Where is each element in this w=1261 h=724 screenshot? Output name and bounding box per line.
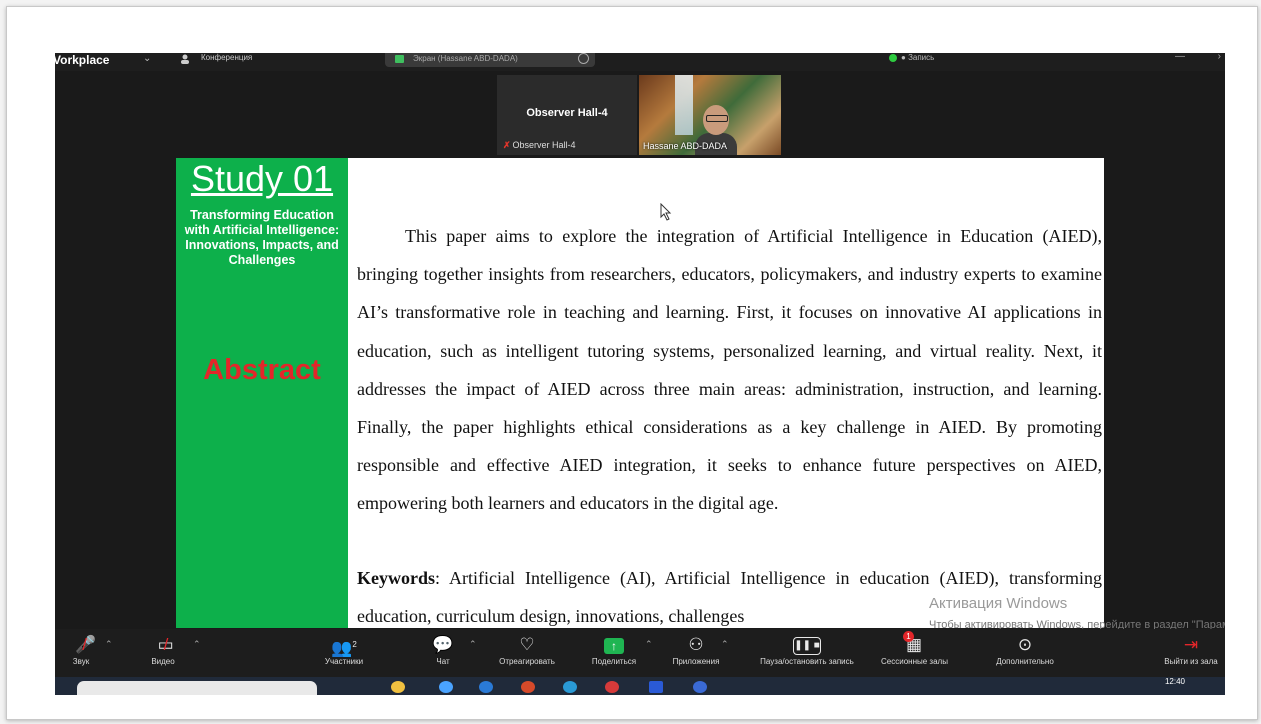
windows-activation-title: Активация Windows	[929, 595, 1068, 612]
apps-caret-icon[interactable]: ⌃	[721, 639, 729, 650]
windows-taskbar: 12:40	[55, 677, 1225, 695]
more-icon: ⊙	[1017, 635, 1033, 654]
mic-muted-icon: ✗	[503, 140, 511, 150]
study-title-text: Study 01	[190, 158, 334, 199]
breakout-badge: 1	[903, 631, 914, 642]
breakout-rooms-icon: ▦	[905, 635, 923, 654]
breakout-label: Сессионные залы	[881, 657, 948, 666]
zoom-window: Vorkplace ⌄ Конференция Экран (Hassane A…	[55, 53, 1225, 695]
apps-button[interactable]: ⚇ Приложения	[661, 629, 731, 677]
screenshot-frame: Vorkplace ⌄ Конференция Экран (Hassane A…	[6, 6, 1258, 720]
mouse-cursor-icon	[660, 203, 672, 221]
pause-record-button[interactable]: ❚❚ ■ Пауза/остановить запись	[741, 629, 873, 677]
app-title: Vorkplace	[55, 53, 110, 67]
abstract-body: This paper aims to explore the integrati…	[357, 217, 1102, 523]
tile-display-name: Observer Hall-4	[526, 107, 608, 119]
shared-slide: Study 01 Transforming Education with Art…	[176, 158, 1104, 628]
share-caret-icon[interactable]: ⌃	[645, 639, 653, 650]
word-icon[interactable]	[649, 681, 663, 693]
apps-label: Приложения	[672, 657, 720, 666]
keywords-label: Keywords	[357, 568, 435, 588]
meeting-toolbar: 🎤/ Звук ⌃ ▭/ Видео ⌃ 👥2 Участники 💬 Чат …	[55, 629, 1225, 677]
zoom-icon[interactable]	[693, 681, 707, 693]
more-button[interactable]: ⊙ Дополнительно	[983, 629, 1067, 677]
participants-icon: 👥2	[331, 638, 357, 658]
chat-button[interactable]: 💬 Чат	[423, 629, 463, 677]
tile-footer-name: Hassane ABD-DADA	[643, 141, 728, 151]
tile-footer-name: Observer Hall-4	[512, 140, 576, 150]
app-icon-2[interactable]	[605, 681, 619, 693]
react-button[interactable]: ♡ Отреагировать	[487, 629, 567, 677]
video-caret-icon[interactable]: ⌃	[193, 639, 201, 650]
participants-button[interactable]: 👥2 Участники	[313, 629, 375, 677]
security-shield-icon	[889, 53, 897, 62]
conference-label: Конференция	[201, 53, 253, 62]
more-label: Дополнительно	[996, 657, 1054, 666]
edge-icon[interactable]	[479, 681, 493, 693]
video-button[interactable]: ▭/ Видео	[141, 629, 185, 677]
camera-off-icon: ▭/	[157, 635, 174, 654]
mic-muted-icon: 🎤/	[75, 635, 97, 654]
pause-record-label: Пауза/остановить запись	[760, 657, 854, 666]
slide-sidebar: Study 01 Transforming Education with Art…	[176, 158, 348, 628]
app-icon[interactable]	[563, 681, 577, 693]
store-icon[interactable]	[439, 681, 453, 693]
abstract-text: This paper aims to explore the integrati…	[357, 226, 1102, 514]
recording-status: ● Запись	[885, 53, 934, 62]
people-icon	[181, 54, 189, 64]
top-bar: Vorkplace ⌄ Конференция Экран (Hassane A…	[55, 53, 1225, 71]
screen-share-label: Экран (Hassane ABD-DADA)	[413, 54, 518, 63]
breakout-rooms-button[interactable]: ▦ 1 Сессионные залы	[881, 629, 948, 677]
clock: 12:40	[1164, 677, 1185, 686]
heart-icon: ♡	[519, 635, 535, 654]
participants-label: Участники	[324, 657, 364, 666]
share-label: Поделиться	[591, 657, 637, 666]
chat-caret-icon[interactable]: ⌃	[469, 639, 477, 650]
study-title: Study 01	[180, 158, 344, 200]
video-tile-hassane[interactable]: Hassane ABD-DADA	[639, 75, 781, 155]
view-options-icon[interactable]	[578, 53, 589, 64]
background-waterfall	[675, 75, 693, 135]
participant-glasses	[706, 115, 728, 122]
tile-footer: ✗ Observer Hall-4	[503, 140, 576, 151]
pause-stop-icon: ❚❚ ■	[741, 633, 873, 657]
chat-label: Чат	[436, 657, 450, 666]
share-screen-icon: ↑	[581, 633, 647, 657]
screen-share-pill[interactable]: Экран (Hassane ABD-DADA)	[385, 53, 595, 67]
participants-count: 2	[352, 640, 357, 649]
video-tile-observer[interactable]: Observer Hall-4 ✗ Observer Hall-4	[497, 75, 637, 155]
screen-share-icon	[395, 55, 404, 63]
share-button[interactable]: ↑ Поделиться	[581, 629, 647, 677]
chrome-icon[interactable]	[521, 681, 535, 693]
abstract-heading: Abstract	[203, 354, 321, 386]
react-label: Отреагировать	[499, 657, 555, 666]
chevron-down-icon[interactable]: ⌄	[143, 53, 151, 64]
audio-button[interactable]: 🎤/ Звук	[61, 629, 101, 677]
leave-button[interactable]: ⇥ Выйти из зала	[1159, 629, 1223, 677]
recording-label: Запись	[908, 53, 935, 62]
minimize-icon[interactable]: —	[1175, 53, 1185, 62]
paper-title: Transforming Education with Artificial I…	[184, 208, 340, 267]
expand-icon[interactable]: ›	[1218, 53, 1221, 62]
leave-label: Выйти из зала	[1164, 657, 1218, 666]
chat-icon: 💬	[432, 635, 454, 654]
audio-caret-icon[interactable]: ⌃	[105, 639, 113, 650]
leave-door-icon: ⇥	[1183, 635, 1199, 654]
taskbar-search[interactable]	[77, 681, 317, 695]
video-label: Видео	[151, 657, 175, 666]
audio-label: Звук	[72, 657, 90, 666]
explorer-icon[interactable]	[391, 681, 405, 693]
